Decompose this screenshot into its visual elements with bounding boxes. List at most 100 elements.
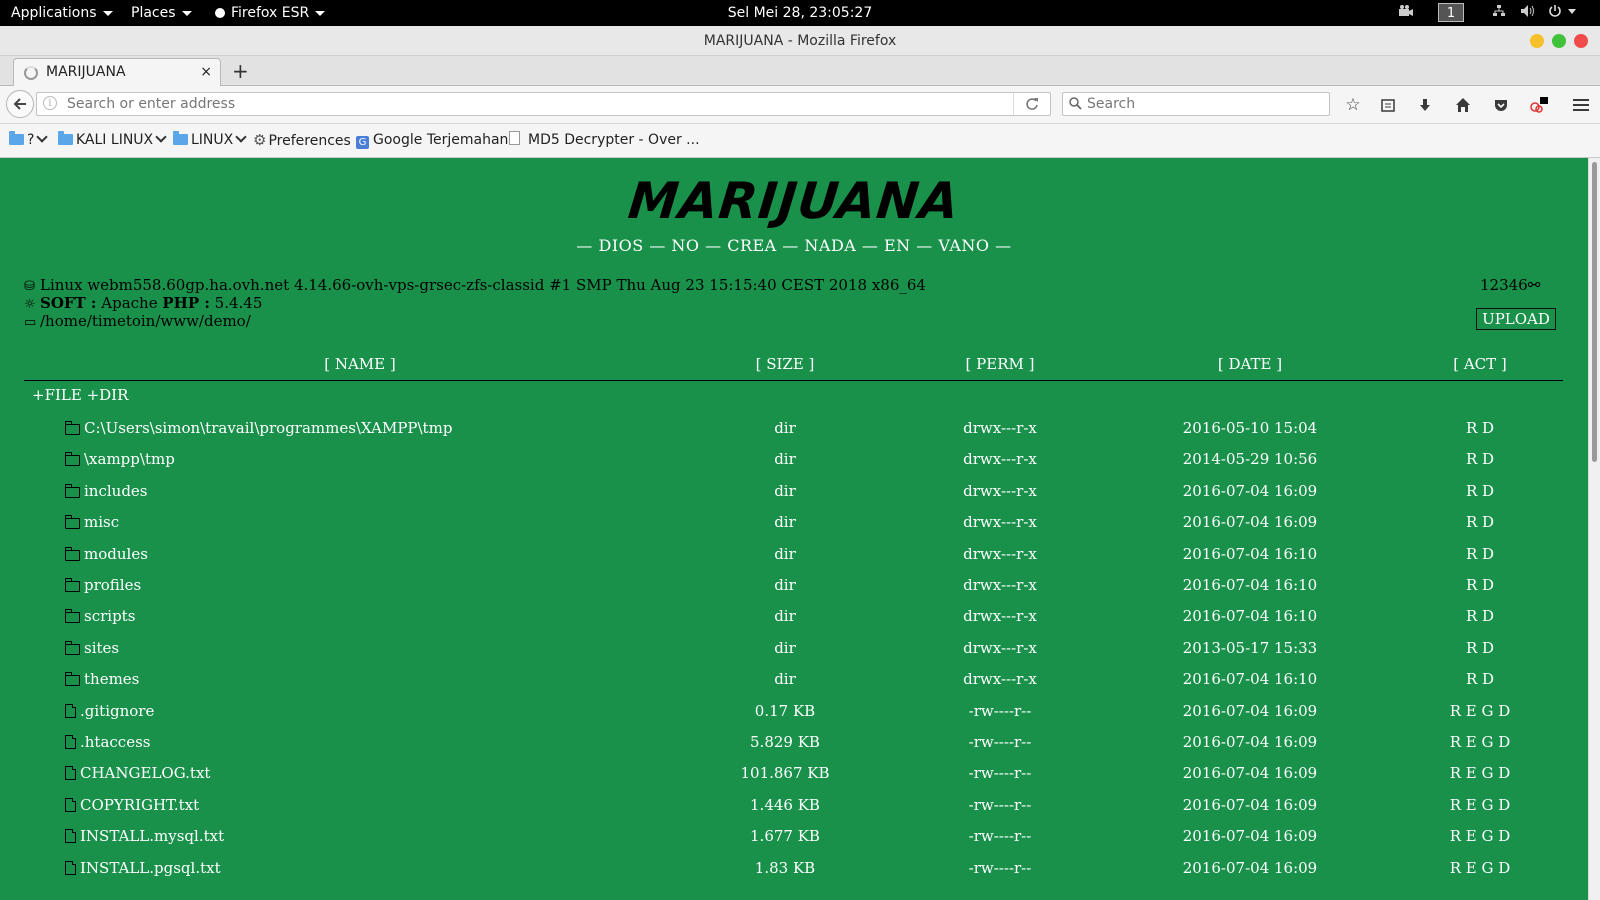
file-name[interactable]: CHANGELOG.txt bbox=[80, 764, 210, 782]
cell-actions[interactable]: R D bbox=[1420, 506, 1540, 538]
cell-name[interactable]: INSTALL.mysql.txt bbox=[65, 820, 224, 852]
cell-name[interactable]: sites bbox=[65, 632, 119, 664]
power-menu[interactable] bbox=[1548, 4, 1578, 22]
cell-perm[interactable]: drwx---r-x bbox=[920, 600, 1080, 632]
cell-perm[interactable]: drwx---r-x bbox=[920, 632, 1080, 664]
cell-date[interactable]: 2016-07-04 16:10 bbox=[1160, 600, 1340, 632]
cell-actions[interactable]: R D bbox=[1420, 663, 1540, 695]
file-name[interactable]: profiles bbox=[84, 576, 141, 594]
file-name[interactable]: includes bbox=[84, 482, 148, 500]
cell-date[interactable]: 2016-07-04 16:09 bbox=[1160, 852, 1340, 884]
cell-date[interactable]: 2016-07-04 16:09 bbox=[1160, 726, 1340, 758]
home-icon[interactable] bbox=[1452, 94, 1474, 116]
cell-date[interactable]: 2016-07-04 16:09 bbox=[1160, 789, 1340, 821]
cell-actions[interactable]: R E G D bbox=[1420, 757, 1540, 789]
cell-name[interactable]: C:\Users\simon\travail\programmes\XAMPP\… bbox=[65, 412, 452, 444]
tab-close-icon[interactable]: × bbox=[200, 59, 212, 86]
extension-icon[interactable] bbox=[1528, 94, 1550, 116]
new-file-dir-links[interactable]: +FILE +DIR bbox=[32, 386, 128, 404]
cell-perm[interactable]: drwx---r-x bbox=[920, 475, 1080, 507]
cell-perm[interactable]: drwx---r-x bbox=[920, 569, 1080, 601]
cell-name[interactable]: includes bbox=[65, 475, 148, 507]
cell-perm[interactable]: -rw----r-- bbox=[920, 695, 1080, 727]
bookmark-star-icon[interactable]: ☆ bbox=[1342, 94, 1364, 116]
cell-actions[interactable]: R D bbox=[1420, 443, 1540, 475]
cell-date[interactable]: 2016-07-04 16:09 bbox=[1160, 506, 1340, 538]
url-bar[interactable]: i bbox=[36, 92, 1051, 116]
cell-date[interactable]: 2016-07-04 16:10 bbox=[1160, 663, 1340, 695]
current-path[interactable]: /home/timetoin/www/demo/ bbox=[40, 312, 251, 330]
pocket-icon[interactable] bbox=[1490, 94, 1512, 116]
bookmark-google-terjemahan[interactable]: G Google Terjemahan bbox=[356, 124, 508, 157]
file-name[interactable]: INSTALL.mysql.txt bbox=[80, 827, 224, 845]
file-name[interactable]: misc bbox=[84, 513, 119, 531]
cell-perm[interactable]: drwx---r-x bbox=[920, 443, 1080, 475]
places-menu[interactable]: Places bbox=[131, 0, 192, 26]
applications-menu[interactable]: Applications bbox=[11, 0, 113, 26]
cell-actions[interactable]: R E G D bbox=[1420, 695, 1540, 727]
bookmark-folder-unknown[interactable]: ? bbox=[9, 124, 49, 157]
cell-name[interactable]: themes bbox=[65, 663, 139, 695]
cell-perm[interactable]: -rw----r-- bbox=[920, 789, 1080, 821]
file-name[interactable]: INSTALL.pgsql.txt bbox=[80, 859, 221, 877]
cell-name[interactable]: .htaccess bbox=[65, 726, 150, 758]
file-name[interactable]: C:\Users\simon\travail\programmes\XAMPP\… bbox=[84, 419, 452, 437]
search-input[interactable] bbox=[1083, 93, 1331, 115]
window-titlebar[interactable]: MARIJUANA - Mozilla Firefox bbox=[0, 26, 1600, 56]
maximize-button[interactable] bbox=[1552, 34, 1566, 48]
header-name[interactable]: [ NAME ] bbox=[24, 348, 696, 380]
cell-perm[interactable]: -rw----r-- bbox=[920, 757, 1080, 789]
file-name[interactable]: \xampp\tmp bbox=[84, 450, 175, 468]
firefox-menu[interactable]: Firefox ESR bbox=[215, 0, 326, 26]
reload-button[interactable] bbox=[1013, 93, 1050, 115]
bookmarks-library-icon[interactable] bbox=[1377, 94, 1399, 116]
cell-perm[interactable]: drwx---r-x bbox=[920, 412, 1080, 444]
file-name[interactable]: .gitignore bbox=[80, 702, 154, 720]
file-name[interactable]: .htaccess bbox=[80, 733, 150, 751]
header-date[interactable]: [ DATE ] bbox=[1160, 348, 1340, 380]
cell-actions[interactable]: R D bbox=[1420, 569, 1540, 601]
cell-perm[interactable]: -rw----r-- bbox=[920, 820, 1080, 852]
page-scrollbar[interactable] bbox=[1588, 158, 1600, 900]
bookmark-preferences[interactable]: ⚙ Preferences bbox=[253, 124, 351, 158]
bookmark-md5-decrypter[interactable]: MD5 Decrypter - Over ... bbox=[509, 124, 700, 157]
close-window-button[interactable] bbox=[1574, 34, 1588, 48]
header-perm[interactable]: [ PERM ] bbox=[920, 348, 1080, 380]
cell-name[interactable]: modules bbox=[65, 538, 148, 570]
cell-perm[interactable]: -rw----r-- bbox=[920, 726, 1080, 758]
cell-actions[interactable]: R E G D bbox=[1420, 820, 1540, 852]
cell-name[interactable]: misc bbox=[65, 506, 119, 538]
file-name[interactable]: modules bbox=[84, 545, 148, 563]
id-link[interactable]: 12346⚯ bbox=[1480, 276, 1540, 294]
cell-perm[interactable]: drwx---r-x bbox=[920, 506, 1080, 538]
tab-marijuana[interactable]: MARIJUANA × bbox=[13, 58, 221, 86]
workspace-indicator[interactable]: 1 bbox=[1438, 3, 1464, 22]
info-icon[interactable]: i bbox=[43, 96, 57, 110]
cell-date[interactable]: 2016-07-04 16:10 bbox=[1160, 538, 1340, 570]
cell-actions[interactable]: R D bbox=[1420, 475, 1540, 507]
hamburger-menu-icon[interactable] bbox=[1570, 94, 1592, 116]
cell-perm[interactable]: drwx---r-x bbox=[920, 538, 1080, 570]
cell-name[interactable]: scripts bbox=[65, 600, 135, 632]
cell-perm[interactable]: drwx---r-x bbox=[920, 663, 1080, 695]
cell-name[interactable]: CHANGELOG.txt bbox=[65, 757, 210, 789]
video-icon[interactable] bbox=[1398, 4, 1414, 22]
network-icon[interactable] bbox=[1492, 4, 1506, 22]
cell-perm[interactable]: -rw----r-- bbox=[920, 852, 1080, 884]
cell-name[interactable]: profiles bbox=[65, 569, 141, 601]
file-name[interactable]: scripts bbox=[84, 607, 135, 625]
volume-icon[interactable] bbox=[1520, 4, 1536, 22]
upload-button[interactable]: UPLOAD bbox=[1476, 308, 1556, 330]
header-size[interactable]: [ SIZE ] bbox=[700, 348, 870, 380]
cell-actions[interactable]: R D bbox=[1420, 412, 1540, 444]
cell-actions[interactable]: R E G D bbox=[1420, 789, 1540, 821]
cell-date[interactable]: 2013-05-17 15:33 bbox=[1160, 632, 1340, 664]
cell-date[interactable]: 2016-07-04 16:09 bbox=[1160, 475, 1340, 507]
cell-actions[interactable]: R E G D bbox=[1420, 726, 1540, 758]
file-name[interactable]: sites bbox=[84, 639, 119, 657]
minimize-button[interactable] bbox=[1530, 34, 1544, 48]
cell-date[interactable]: 2016-07-04 16:09 bbox=[1160, 757, 1340, 789]
cell-date[interactable]: 2016-07-04 16:09 bbox=[1160, 820, 1340, 852]
cell-actions[interactable]: R D bbox=[1420, 632, 1540, 664]
cell-date[interactable]: 2016-05-10 15:04 bbox=[1160, 412, 1340, 444]
